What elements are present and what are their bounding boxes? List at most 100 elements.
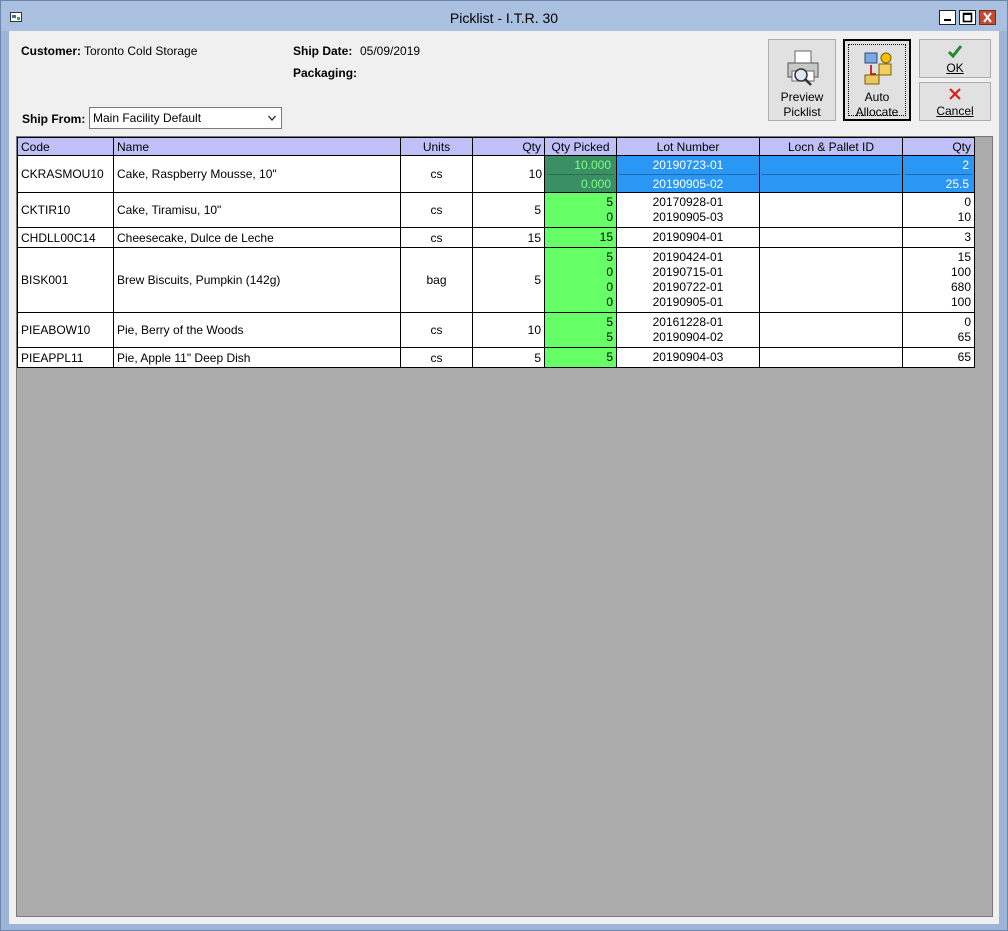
cell-lot-number[interactable]: 20190723-01 20190905-02 (616, 155, 760, 193)
minimize-icon (944, 19, 951, 21)
cell-locn-pallet[interactable] (759, 312, 903, 348)
cell-qty[interactable]: 5 (472, 192, 545, 228)
cell-lot-number[interactable]: 20190904-01 (616, 227, 760, 248)
cell-lot-number-line: 20190723-01 (652, 158, 724, 172)
table-row[interactable]: BISK001 Brew Biscuits, Pumpkin (142g) bag 5… (17, 247, 975, 313)
window-title: Picklist - I.T.R. 30 (449, 10, 559, 26)
cancel-button[interactable]: Cancel (919, 82, 991, 121)
cell-qty[interactable]: 15 (472, 227, 545, 248)
cell-units[interactable]: cs (400, 192, 473, 228)
packaging-label: Packaging: (293, 66, 358, 80)
cell-lot-number-line: 20190424-01 (652, 250, 724, 264)
cell-units[interactable]: cs (400, 155, 473, 193)
close-button[interactable] (979, 10, 996, 25)
cell-units[interactable]: cs (400, 227, 473, 248)
auto-allocate-icon (864, 52, 892, 85)
cell-locn-pallet-line (763, 210, 899, 225)
cell-units[interactable]: cs (400, 312, 473, 348)
preview-picklist-button[interactable]: Preview Picklist (768, 39, 836, 121)
cell-locn-pallet-line (763, 295, 899, 310)
cell-qty-picked[interactable]: 10.000 0.000 (544, 155, 617, 193)
cell-code[interactable]: PIEABOW10 (17, 312, 114, 348)
table-row[interactable]: CKTIR10 Cake, Tiramisu, 10" cs 5 5 0 20170928-… (17, 192, 975, 228)
cell-qty[interactable]: 5 (472, 347, 545, 368)
close-icon (983, 12, 992, 23)
cell-lot-qty-line: 15 (957, 250, 971, 264)
col-header-qty[interactable]: Qty (472, 137, 545, 156)
cell-qty-picked-line: 5 (606, 330, 613, 344)
cell-lot-number[interactable]: 20190424-01 20190715-01 20190722-01 2019090… (616, 247, 760, 313)
cell-locn-pallet-line (762, 156, 900, 174)
cell-code[interactable]: PIEAPPL11 (17, 347, 114, 368)
maximize-button[interactable] (959, 10, 976, 25)
picklist-window: Picklist - I.T.R. 30 Customer: Toronto C… (0, 0, 1008, 931)
col-header-qty-picked[interactable]: Qty Picked (544, 137, 617, 156)
cell-lot-qty[interactable]: 15 100 680 100 (902, 247, 975, 313)
cell-lot-number[interactable]: 20190904-03 (616, 347, 760, 368)
cell-lot-qty[interactable]: 2 25.5 (902, 155, 975, 193)
cell-qty-picked-line: 0 (606, 280, 613, 294)
cell-lot-number-line: 20190715-01 (652, 265, 724, 279)
col-header-name[interactable]: Name (113, 137, 401, 156)
auto-allocate-button[interactable]: Auto Allocate (843, 39, 911, 121)
cell-lot-qty-line: 100 (950, 265, 971, 279)
cell-name[interactable]: Cake, Tiramisu, 10" (113, 192, 401, 228)
cell-qty-picked[interactable]: 50 (544, 192, 617, 228)
ship-from-select[interactable]: Main Facility Default (89, 107, 282, 129)
col-header-code[interactable]: Code (17, 137, 114, 156)
col-header-units[interactable]: Units (400, 137, 473, 156)
cell-qty[interactable]: 10 (472, 312, 545, 348)
cell-qty[interactable]: 5 (472, 247, 545, 313)
cell-locn-pallet[interactable] (759, 192, 903, 228)
checkmark-icon (947, 45, 963, 59)
cell-qty-picked[interactable]: 15 (544, 227, 617, 248)
table-row[interactable]: CHDLL00C14 Cheesecake, Dulce de Leche cs 15… (17, 227, 975, 248)
cell-locn-pallet[interactable] (759, 227, 903, 248)
cell-name[interactable]: Pie, Apple 11" Deep Dish (113, 347, 401, 368)
minimize-button[interactable] (939, 10, 956, 25)
cell-qty-picked[interactable]: 5000 (544, 247, 617, 313)
cell-code[interactable]: CKTIR10 (17, 192, 114, 228)
cancel-label: Cancel (936, 104, 974, 118)
table-row[interactable]: PIEAPPL11 Pie, Apple 11" Deep Dish cs 5 5 201… (17, 347, 975, 368)
ship-from-value: Main Facility Default (93, 111, 202, 125)
cell-name[interactable]: Cheesecake, Dulce de Leche (113, 227, 401, 248)
cell-lot-qty[interactable]: 0 65 (902, 312, 975, 348)
cell-units[interactable]: cs (400, 347, 473, 368)
cell-qty-picked-line: 15 (599, 230, 613, 244)
cell-qty-picked[interactable]: 5 (544, 347, 617, 368)
ok-button[interactable]: OK (919, 39, 991, 78)
cell-units[interactable]: bag (400, 247, 473, 313)
cell-locn-pallet[interactable] (759, 247, 903, 313)
cell-name[interactable]: Pie, Berry of the Woods (113, 312, 401, 348)
cell-lot-qty[interactable]: 65 (902, 347, 975, 368)
cell-qty-picked-line: 0 (606, 295, 613, 309)
cell-locn-pallet[interactable] (759, 347, 903, 368)
cell-locn-pallet[interactable] (759, 155, 903, 193)
cell-code[interactable]: CKRASMOU10 (17, 155, 114, 193)
cell-name[interactable]: Brew Biscuits, Pumpkin (142g) (113, 247, 401, 313)
cell-lot-qty-line: 3 (964, 230, 971, 244)
table-row[interactable]: PIEABOW10 Pie, Berry of the Woods cs 10 5 5 20… (17, 312, 975, 348)
col-header-locn-pallet[interactable]: Locn & Pallet ID (759, 137, 903, 156)
title-bar[interactable]: Picklist - I.T.R. 30 (1, 1, 1007, 31)
cell-qty-picked[interactable]: 55 (544, 312, 617, 348)
cell-code[interactable]: CHDLL00C14 (17, 227, 114, 248)
cell-lot-qty[interactable]: 3 (902, 227, 975, 248)
cell-lot-number-line: 20190904-03 (652, 350, 724, 364)
cell-lot-number-line: 20190905-02 (619, 174, 757, 192)
cell-locn-pallet-line (763, 315, 899, 330)
cell-lot-number[interactable]: 20161228-01 20190904-02 (616, 312, 760, 348)
table-row[interactable]: CKRASMOU10 Cake, Raspberry Mousse, 10" cs 1… (17, 155, 975, 193)
cell-lot-qty[interactable]: 0 10 (902, 192, 975, 228)
cell-locn-pallet-line (763, 195, 899, 210)
cell-lot-number-line: 20190722-01 (652, 280, 724, 294)
cell-name[interactable]: Cake, Raspberry Mousse, 10" (113, 155, 401, 193)
col-header-lot-qty[interactable]: Qty (902, 137, 975, 156)
col-header-lot-number[interactable]: Lot Number (616, 137, 760, 156)
cell-qty[interactable]: 10 (472, 155, 545, 193)
cell-lot-number[interactable]: 20170928-01 20190905-03 (616, 192, 760, 228)
cell-code[interactable]: BISK001 (17, 247, 114, 313)
cell-locn-pallet-line (763, 250, 899, 265)
picklist-grid: Code Name Units Qty Qty Picked Lot Numbe… (17, 137, 975, 368)
